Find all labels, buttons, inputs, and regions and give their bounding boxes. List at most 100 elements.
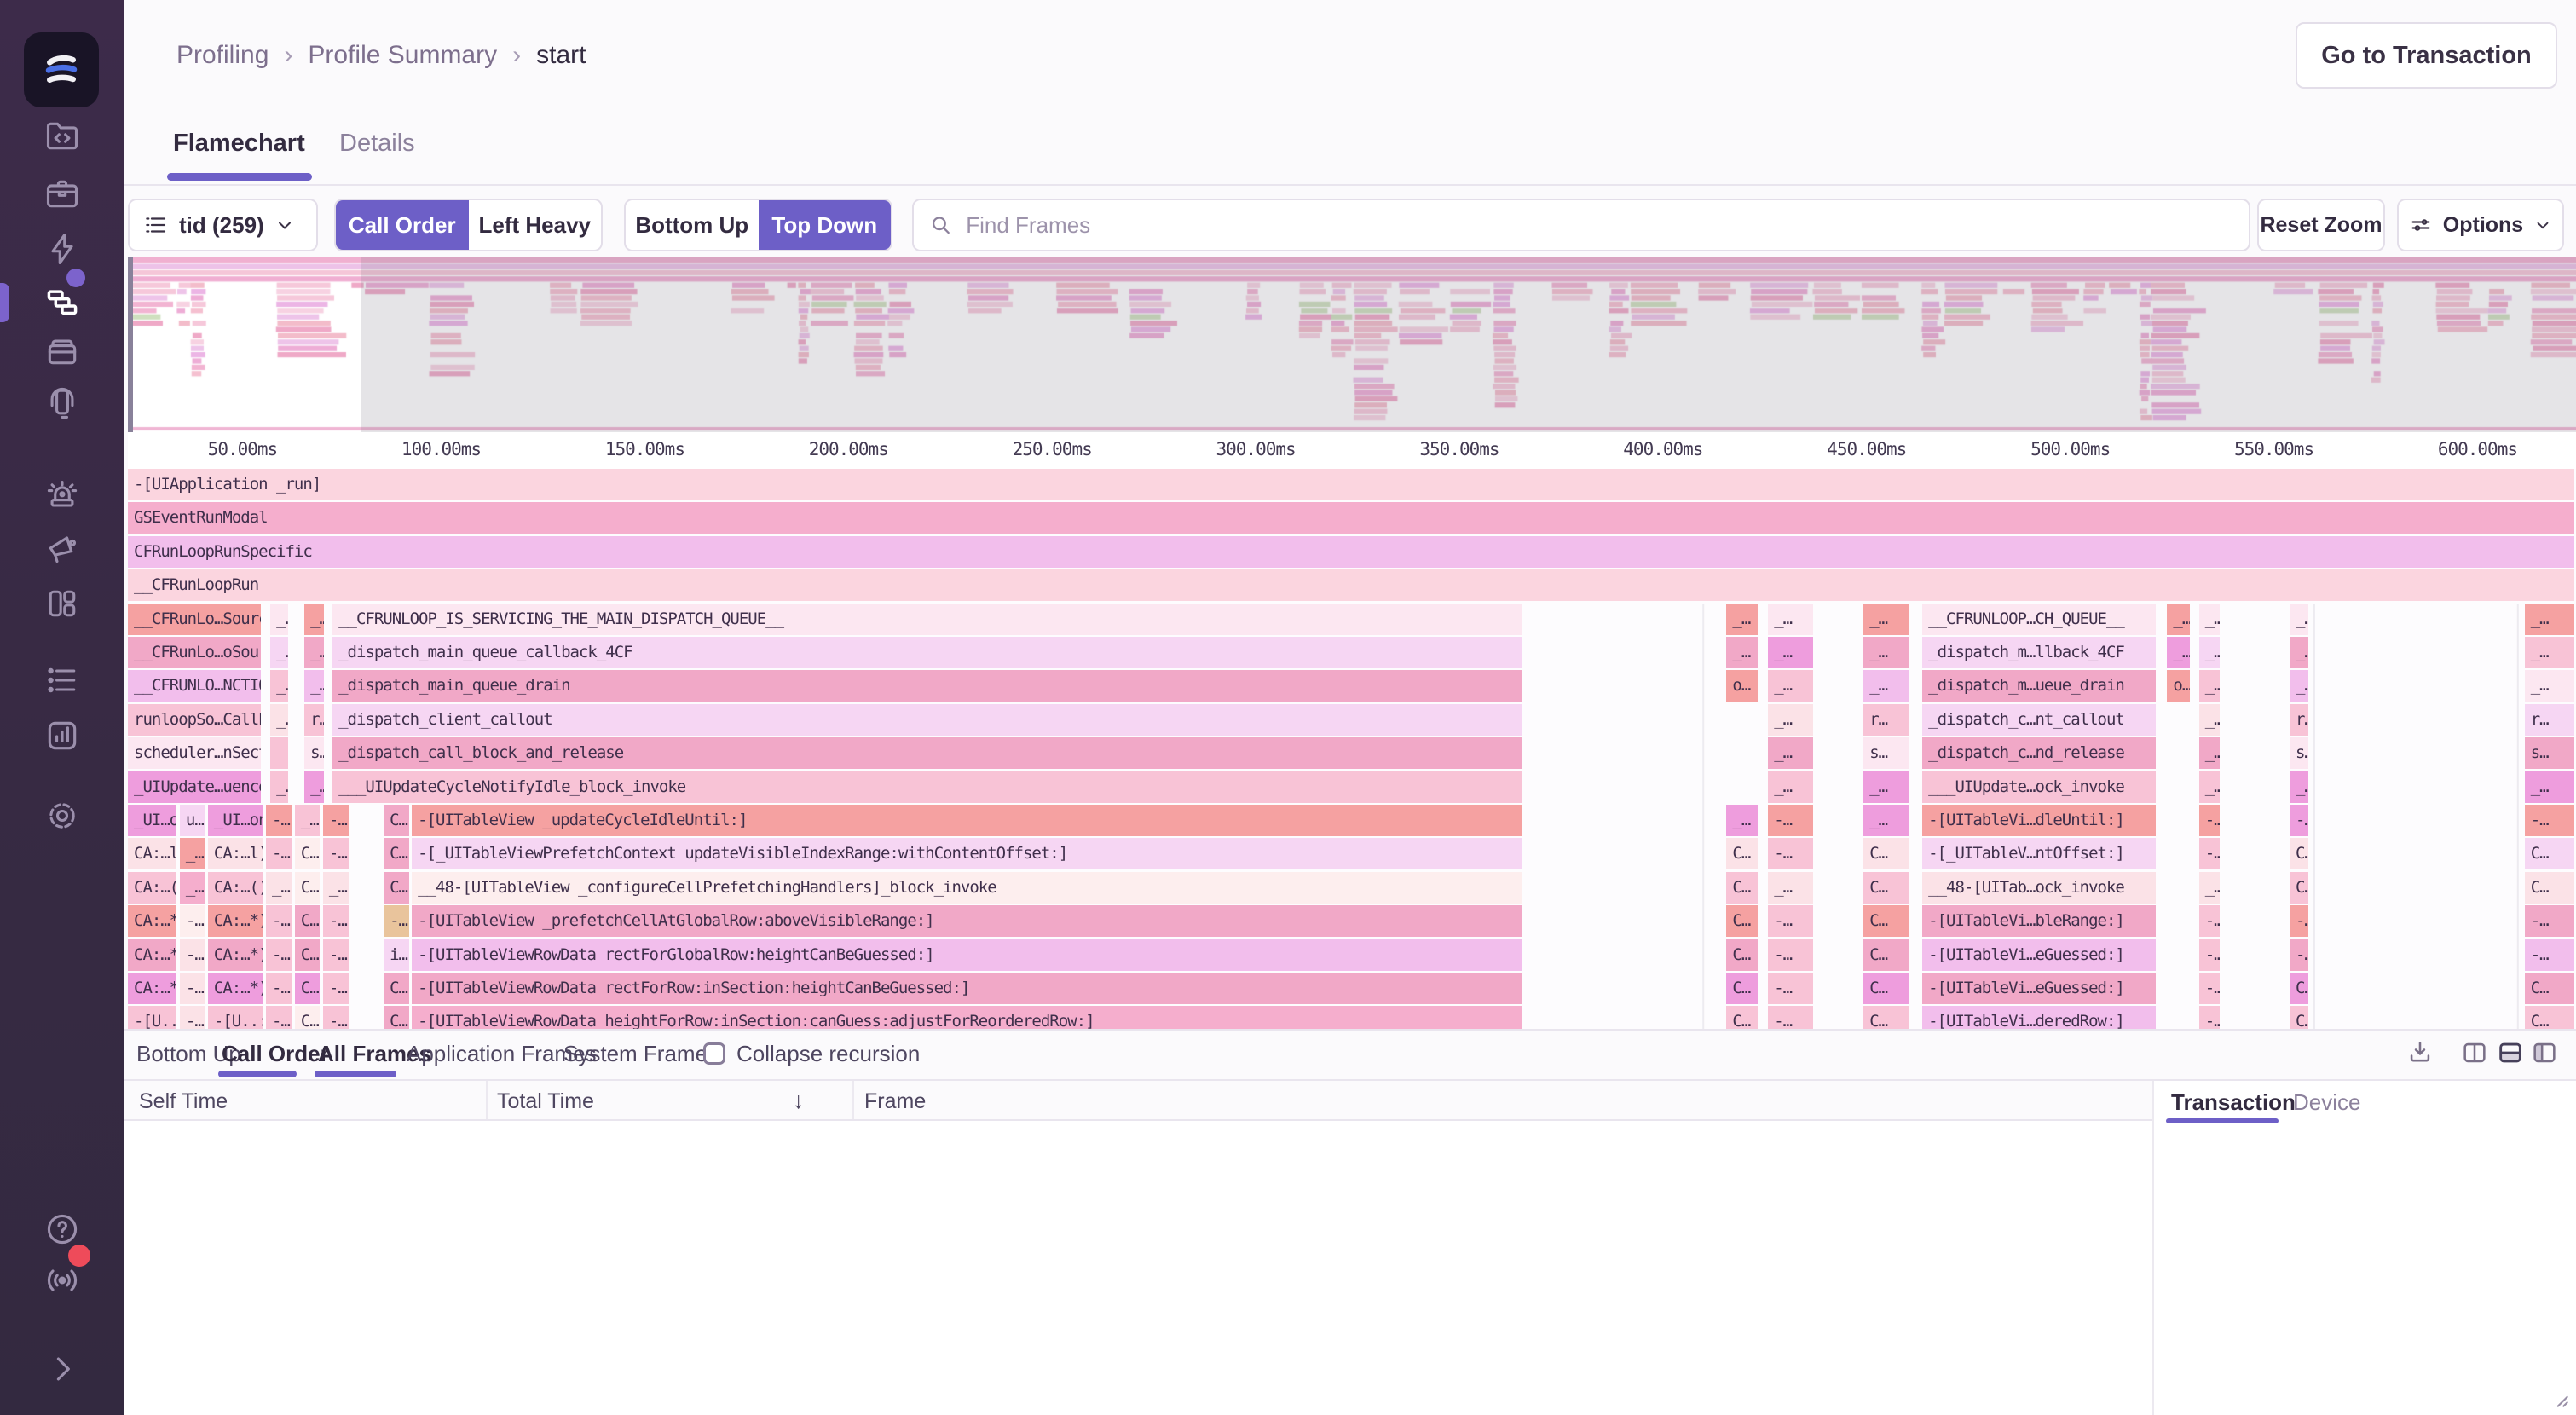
flame-frame[interactable]: r… [2525,704,2576,738]
flame-frame[interactable]: ___UIUpdate…ock_invoke [1922,771,2157,806]
flame-frame[interactable]: CA:…*) [208,905,264,939]
flame-frame[interactable]: _dispatch_c…nd_release [1922,737,2157,771]
flame-frame[interactable]: -… [180,939,207,973]
flame-frame[interactable]: C… [1726,872,1759,906]
flame-frame[interactable]: s… [1863,737,1910,771]
column-header-self-time[interactable]: Self Time [139,1089,228,1114]
flame-frame[interactable]: _… [2199,637,2221,671]
broadcast-icon[interactable] [43,1261,82,1300]
tab-flamechart[interactable]: Flamechart [173,130,305,158]
flame-frame[interactable]: C… [1863,973,1910,1007]
flame-frame[interactable]: C… [1726,1006,1759,1029]
flame-frame[interactable]: -[_UITableV…ntOffset:] [1922,838,2157,872]
flame-frame[interactable]: _… [270,604,290,638]
flame-frame[interactable]: _… [2167,637,2192,671]
flame-frame[interactable]: -… [323,905,351,939]
flame-frame[interactable]: C… [2290,1006,2310,1029]
panel-tab-transaction[interactable]: Transaction [2171,1089,2296,1116]
flame-frame[interactable]: s… [2525,737,2576,771]
flame-frame[interactable]: _… [1768,872,1815,906]
flame-frame[interactable]: C… [1726,973,1759,1007]
lightning-icon[interactable] [43,229,82,269]
flame-frame[interactable]: C… [295,1006,321,1029]
flame-frame[interactable]: ___UIUpdateCycleNotifyIdle_block_invoke [332,771,1523,806]
flame-frame[interactable]: r… [304,704,326,738]
flame-frame[interactable]: _… [1768,737,1815,771]
flame-frame[interactable]: -… [180,973,207,1007]
flame-frame[interactable]: __CFRunLoopRun [128,569,2576,604]
flame-frame[interactable]: -… [1768,905,1815,939]
flame-frame[interactable] [270,737,290,771]
call-order-button[interactable]: Call Order [336,200,469,250]
flame-frame[interactable]: _… [2199,670,2221,704]
flame-frame[interactable]: __CFRUNLO…NCTION__ [128,670,263,704]
flame-frame[interactable]: _… [1768,604,1815,638]
flame-frame[interactable]: _… [1768,670,1815,704]
briefcase-icon[interactable] [43,175,82,214]
flame-frame[interactable]: _… [1863,670,1910,704]
flame-frame[interactable]: __CFRUNLOOP…CH_QUEUE__ [1922,604,2157,638]
flame-frame[interactable]: -… [1768,1006,1815,1029]
flame-frame[interactable]: _… [2525,604,2576,638]
flame-frame[interactable]: __48-[UITab…ock_invoke [1922,872,2157,906]
specto-logo[interactable] [24,32,99,107]
flame-frame[interactable]: -… [266,1006,293,1029]
frames-tab-system[interactable]: System Frames [563,1041,719,1067]
flame-frame[interactable]: C… [384,805,411,839]
flame-frame[interactable]: -… [384,905,411,939]
flame-frame[interactable]: _… [1726,604,1759,638]
flame-frame[interactable]: _… [2525,771,2576,806]
flame-frame[interactable]: -[UITableVi…deredRow:] [1922,1006,2157,1029]
flame-frame[interactable]: C… [295,838,321,872]
flame-frame[interactable]: -… [2290,939,2310,973]
flame-frame[interactable]: _… [2290,670,2310,704]
flame-frame[interactable]: _dispatch_call_block_and_release [332,737,1523,771]
column-header-frame[interactable]: Frame [864,1089,926,1114]
layout-sidebar-icon[interactable] [2530,1038,2559,1067]
flame-frame[interactable]: _… [270,670,290,704]
flame-frame[interactable]: C… [1726,939,1759,973]
flame-frame[interactable]: -[UITableVi…dleUntil:] [1922,805,2157,839]
megaphone-icon[interactable] [43,528,82,567]
flame-frame[interactable]: -… [2525,905,2576,939]
tab-details[interactable]: Details [339,130,415,158]
search-input[interactable] [964,211,2233,240]
flame-frame[interactable]: _… [1768,771,1815,806]
flame-frame[interactable]: CA:…*) [128,905,177,939]
flame-frame[interactable]: _… [1863,604,1910,638]
flame-frame[interactable]: -[UITableView _prefetchCellAtGlobalRow:a… [412,905,1523,939]
flame-frame[interactable]: C… [2525,1006,2576,1029]
flame-frame[interactable]: _… [180,872,207,906]
flame-frame[interactable]: -… [2199,973,2221,1007]
flame-frame[interactable]: _… [2290,637,2310,671]
flame-frame[interactable]: _… [1768,704,1815,738]
flame-frame[interactable]: _… [270,637,290,671]
flame-frame[interactable]: -… [323,939,351,973]
flame-frame[interactable]: C… [2525,872,2576,906]
profiling-icon[interactable] [43,283,82,322]
flame-frame[interactable]: CFRunLoopRunSpecific [128,536,2576,570]
flamechart[interactable]: -[UIApplication _run]GSEventRunModalCFRu… [128,469,2576,1029]
download-icon[interactable] [2406,1038,2434,1067]
flame-frame[interactable]: _dispatch_client_callout [332,704,1523,738]
flame-frame[interactable]: -… [2290,805,2310,839]
flame-frame[interactable]: r… [1863,704,1910,738]
flame-frame[interactable]: o… [2167,670,2192,704]
flame-frame[interactable]: _dispatch_m…llback_4CF [1922,637,2157,671]
flame-frame[interactable]: _… [2525,670,2576,704]
minimap-selection[interactable] [128,257,133,432]
flame-frame[interactable]: u… [180,805,207,839]
flame-frame[interactable]: C… [384,1006,411,1029]
siren-icon[interactable] [43,476,82,516]
collapse-recursion-checkbox[interactable] [703,1042,725,1065]
flame-frame[interactable]: C… [1863,838,1910,872]
flame-frame[interactable]: -… [323,973,351,1007]
flame-frame[interactable]: CA:…*) [128,973,177,1007]
flame-frame[interactable]: s… [304,737,326,771]
flame-frame[interactable]: _… [270,771,290,806]
flame-frame[interactable]: -… [180,1006,207,1029]
flame-frame[interactable]: C… [295,905,321,939]
flame-frame[interactable]: C… [1863,905,1910,939]
flame-frame[interactable]: _dispatch_main_queue_drain [332,670,1523,704]
flame-frame[interactable]: -… [2199,905,2221,939]
